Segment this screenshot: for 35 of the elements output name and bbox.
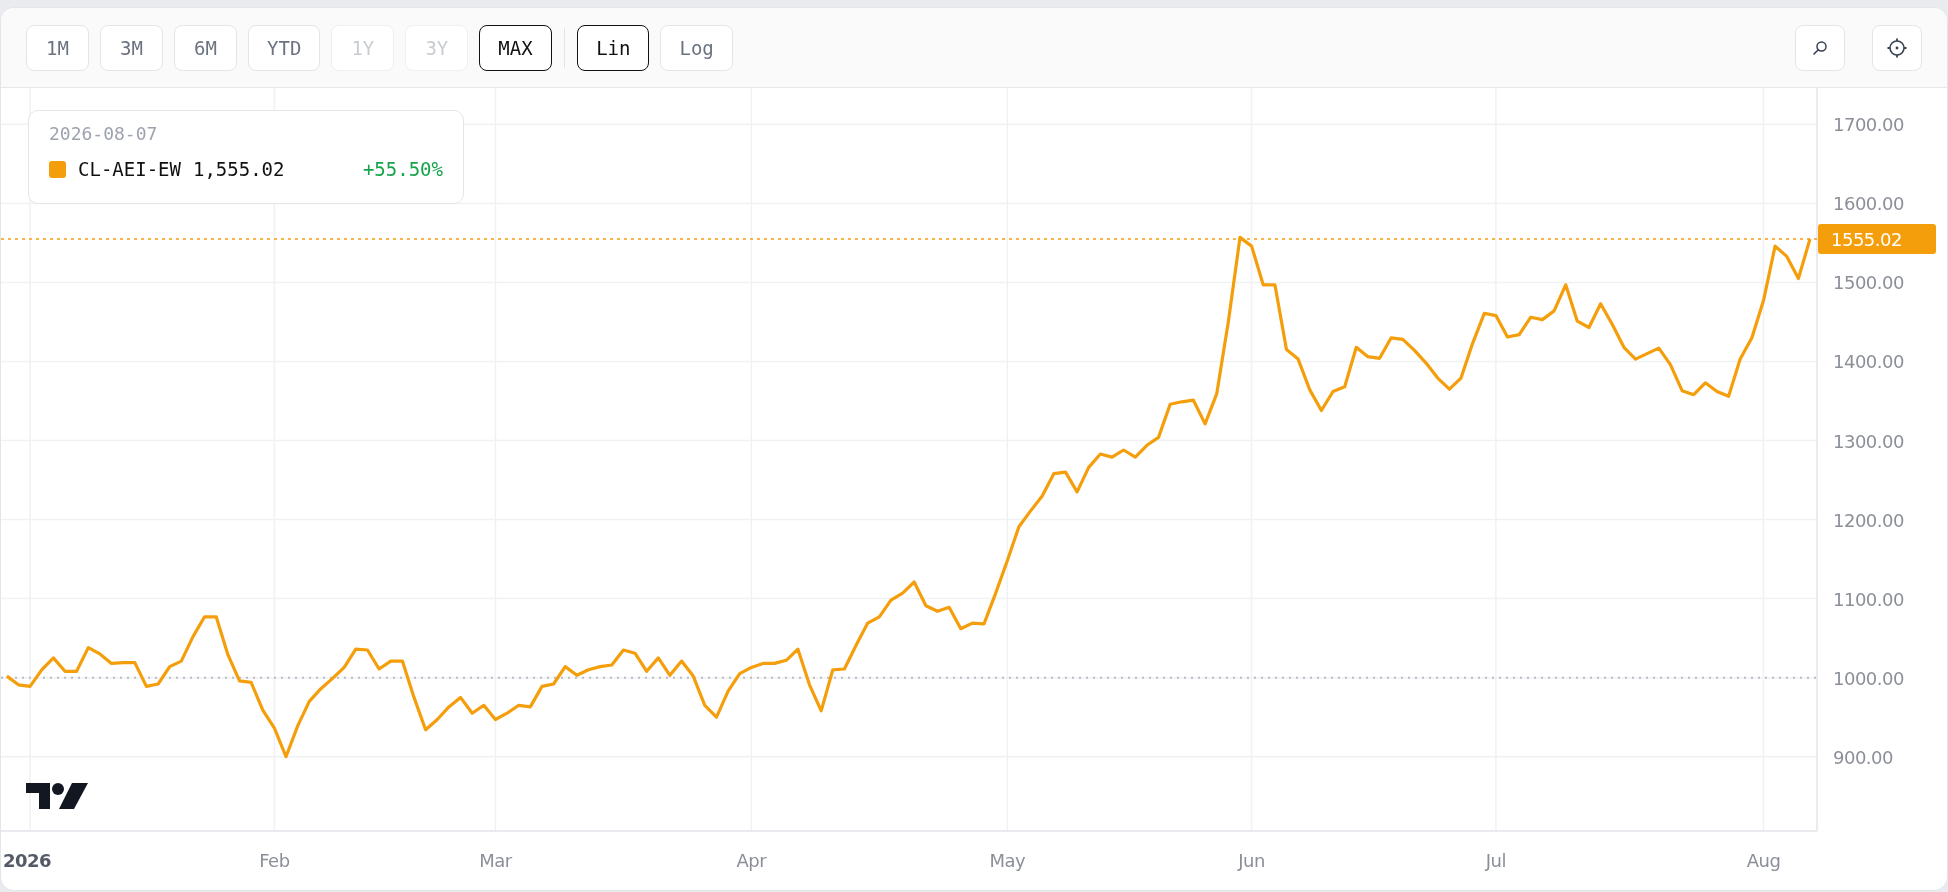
- x-axis-label: May: [989, 850, 1026, 871]
- range-button[interactable]: 6M: [174, 24, 237, 71]
- y-axis-label: 900.00: [1833, 746, 1893, 768]
- y-axis-label: 1500.00: [1833, 272, 1904, 294]
- y-axis-label: 1000.00: [1833, 667, 1904, 689]
- range-button[interactable]: YTD: [248, 24, 321, 71]
- range-button[interactable]: 3M: [100, 24, 163, 71]
- x-axis-label: Aug: [1746, 850, 1781, 871]
- y-axis-label: 1200.00: [1833, 509, 1904, 531]
- scale-button[interactable]: Log: [660, 24, 733, 71]
- y-axis-label: 1600.00: [1833, 193, 1904, 215]
- series-value: 1,555.02: [192, 158, 285, 180]
- x-axis-label: Feb: [259, 850, 290, 871]
- y-axis-label: 1400.00: [1833, 351, 1904, 373]
- x-axis-label: Mar: [479, 850, 512, 871]
- y-axis-label: 1700.00: [1833, 114, 1904, 136]
- logo-icon: [26, 780, 88, 810]
- series-name: CL-AEI-EW: [78, 158, 181, 180]
- ref-line-label: 1555.02: [1831, 228, 1902, 250]
- price-tag: 1555.02: [1818, 223, 1936, 254]
- legend-date: 2026-08-07: [49, 123, 159, 144]
- settings-icon: [1886, 36, 1908, 59]
- range-button[interactable]: 1M: [26, 24, 89, 71]
- x-axis-label: 2026: [3, 850, 52, 871]
- y-axis-label: 1300.00: [1833, 430, 1904, 452]
- series-change: +55.50%: [362, 158, 443, 180]
- y-axis-label: 1100.00: [1833, 588, 1904, 610]
- x-axis-label: Jun: [1238, 850, 1265, 871]
- range-button[interactable]: MAX: [479, 24, 552, 71]
- search-icon: [1812, 39, 1828, 56]
- x-axis-label: Apr: [736, 850, 767, 871]
- x-axis-label: Jul: [1485, 850, 1506, 871]
- scale-button[interactable]: Lin: [577, 24, 650, 71]
- settings-button[interactable]: [1872, 24, 1922, 71]
- search-button[interactable]: [1795, 24, 1845, 71]
